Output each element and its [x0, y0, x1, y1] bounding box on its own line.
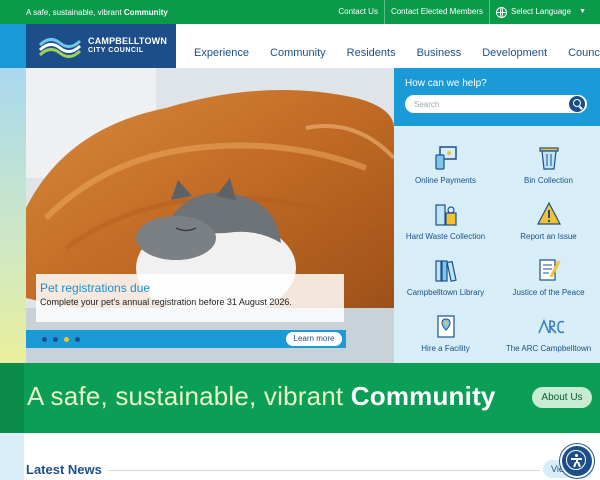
warning-icon [537, 201, 561, 225]
banner-text: A safe, sustainable, vibrant [27, 381, 351, 411]
justice-icon [539, 259, 561, 281]
contact-us-link[interactable]: Contact Us [332, 0, 384, 24]
top-bar: A safe, sustainable, vibrant Community C… [0, 0, 600, 24]
nav-council[interactable]: Council [568, 47, 600, 59]
library-icon [435, 260, 457, 282]
latest-news-heading: Latest News [26, 462, 102, 477]
council-logo[interactable]: CAMPBELLTOWN CITY COUNCIL [26, 24, 176, 68]
tile-hire-facility[interactable]: Hire a Facility [394, 306, 497, 362]
left-decorative-strip [0, 68, 26, 363]
tile-label: Online Payments [415, 176, 476, 185]
tile-hard-waste[interactable]: Hard Waste Collection [394, 194, 497, 250]
utility-links: Contact Us Contact Elected Members Selec… [332, 0, 592, 24]
nav-residents[interactable]: Residents [347, 47, 396, 59]
tagline-text: A safe, sustainable, vibrant [26, 8, 124, 17]
logo-line2: CITY COUNCIL [88, 47, 144, 54]
slide-dot-4[interactable] [75, 337, 80, 342]
facility-icon [437, 315, 455, 338]
tile-label: Campbelltown Library [406, 288, 485, 297]
search-icon[interactable] [569, 96, 585, 112]
nav-business[interactable]: Business [417, 47, 462, 59]
slide-subtitle: Complete your pet's annual registration … [40, 297, 292, 307]
news-divider [108, 470, 540, 471]
logo-line1: CAMPBELLTOWN [88, 36, 168, 46]
tile-label: Hard Waste Collection [405, 232, 486, 241]
help-panel: How can we help? Search Online Payments … [394, 68, 600, 363]
tile-online-payments[interactable]: Online Payments [394, 138, 497, 194]
slide-title[interactable]: Pet registrations due [40, 281, 150, 295]
bin-icon [539, 147, 559, 170]
header-left-strip [0, 24, 26, 68]
tile-label: Bin Collection [524, 176, 573, 185]
logo-text: CAMPBELLTOWN CITY COUNCIL [88, 37, 167, 55]
logo-waves-icon [38, 38, 82, 58]
tagline: A safe, sustainable, vibrant Community [26, 8, 168, 17]
slide-dot-1[interactable] [42, 337, 47, 342]
tile-bin-collection[interactable]: Bin Collection [497, 138, 600, 194]
help-title: How can we help? [405, 78, 487, 89]
tile-arc-campbelltown[interactable]: The ARC Campbelltown [497, 306, 600, 362]
tile-label: The ARC Campbelltown [505, 344, 592, 353]
payment-icon [435, 146, 457, 170]
tile-label: Hire a Facility [421, 344, 470, 353]
contact-elected-members-link[interactable]: Contact Elected Members [383, 0, 489, 24]
slide-dot-3-active[interactable] [64, 337, 69, 342]
nav-experience[interactable]: Experience [194, 47, 249, 59]
nav-development[interactable]: Development [482, 47, 547, 59]
accessibility-button[interactable] [560, 444, 594, 478]
search-input[interactable]: Search [405, 95, 587, 113]
about-us-button[interactable]: About Us [532, 387, 592, 408]
language-label: Select Language [511, 7, 572, 16]
tagline-bold: Community [123, 8, 168, 17]
hero-carousel: Pet registrations due Complete your pet'… [26, 68, 394, 363]
hard-waste-icon [435, 204, 457, 226]
arc-logo [538, 318, 565, 334]
slide-dot-2[interactable] [53, 337, 58, 342]
banner-left-strip [0, 363, 24, 433]
news-left-strip [0, 433, 24, 480]
tile-label: Report an Issue [520, 232, 577, 241]
main-nav: Experience Community Residents Business … [194, 47, 600, 59]
learn-more-button[interactable]: Learn more [286, 332, 342, 346]
nav-community[interactable]: Community [270, 47, 326, 59]
search-placeholder: Search [414, 100, 440, 109]
tile-label: Justice of the Peace [512, 288, 585, 297]
language-selector[interactable]: Select Language ▼ [489, 0, 592, 24]
tile-report-issue[interactable]: Report an Issue [497, 194, 600, 250]
accessibility-icon-head [575, 454, 578, 457]
globe-icon [496, 6, 507, 18]
tile-justice-peace[interactable]: Justice of the Peace [497, 250, 600, 306]
help-header: How can we help? Search [394, 68, 600, 126]
banner-text-bold: Community [350, 381, 496, 411]
chevron-down-icon: ▼ [579, 8, 586, 15]
tile-library[interactable]: Campbelltown Library [394, 250, 497, 306]
banner-heading: A safe, sustainable, vibrant Community [27, 381, 496, 412]
